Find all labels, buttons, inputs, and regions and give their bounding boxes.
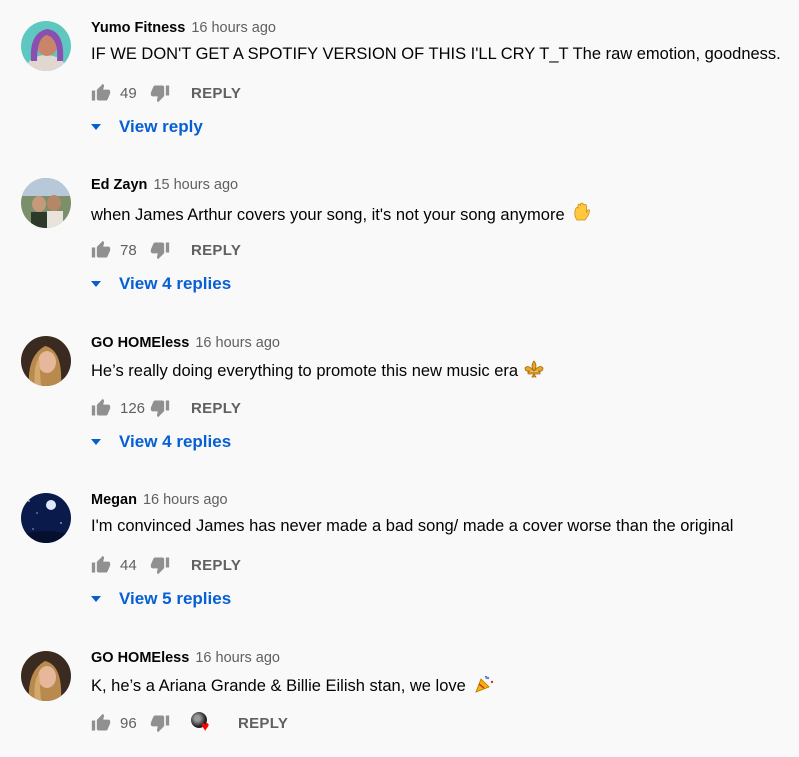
comment-header: GO HOMEless 16 hours ago [91, 650, 280, 666]
view-replies-label: View 5 replies [119, 589, 232, 608]
reply-button[interactable]: REPLY [191, 242, 241, 259]
comment-thread: Yumo Fitness 16 hours ago IF WE DON'T GE… [0, 17, 799, 157]
reply-button[interactable]: REPLY [191, 557, 241, 574]
comment-thread: GO HOMEless 16 hours ago He’s really doi… [0, 332, 799, 472]
comment-time[interactable]: 16 hours ago [195, 335, 280, 351]
thumbs-down-icon[interactable] [150, 713, 170, 733]
creator-heart-icon: ♥ [191, 712, 217, 734]
comment-text: K, he’s a Ariana Grande & Billie Eilish … [91, 677, 466, 695]
thumbs-up-icon[interactable] [91, 398, 111, 418]
comments-section: Yumo Fitness 16 hours ago IF WE DON'T GE… [0, 0, 799, 757]
comment-text: I'm convinced James has never made a bad… [91, 517, 734, 535]
comment-text: IF WE DON'T GET A SPOTIFY VERSION OF THI… [91, 45, 781, 63]
reply-button[interactable]: REPLY [191, 85, 241, 102]
thumbs-up-icon[interactable] [91, 555, 111, 575]
comment-toolbar: 78 REPLY [91, 240, 241, 260]
thumbs-up-icon[interactable] [91, 83, 111, 103]
party-popper-icon [474, 675, 494, 698]
author-name[interactable]: GO HOMEless [91, 335, 189, 351]
thumbs-up-icon[interactable] [91, 713, 111, 733]
avatar[interactable] [21, 336, 71, 386]
caret-down-icon [91, 124, 101, 130]
comment-thread: GO HOMEless 16 hours ago K, he’s a Arian… [0, 647, 799, 757]
comment-time[interactable]: 15 hours ago [153, 177, 238, 193]
like-count: 49 [120, 84, 137, 102]
fleur-de-lis-icon [524, 360, 544, 383]
comment-thread: Ed Zayn 15 hours ago when James Arthur c… [0, 174, 799, 314]
comment-toolbar: 49 REPLY [91, 83, 241, 103]
comment-header: Yumo Fitness 16 hours ago [91, 20, 276, 36]
view-replies-label: View 4 replies [119, 432, 232, 451]
raised-hand-emoji-icon [573, 202, 591, 227]
avatar[interactable] [21, 178, 71, 228]
comment-toolbar: 126 REPLY [91, 398, 241, 418]
comment-text-row: K, he’s a Ariana Grande & Billie Eilish … [91, 675, 494, 698]
thumbs-down-icon[interactable] [150, 555, 170, 575]
view-replies-button[interactable]: View 4 replies [91, 274, 231, 294]
like-count: 44 [120, 556, 137, 574]
avatar[interactable] [21, 651, 71, 701]
thumbs-down-icon[interactable] [150, 83, 170, 103]
view-replies-button[interactable]: View 5 replies [91, 589, 231, 609]
comment-time[interactable]: 16 hours ago [191, 20, 276, 36]
comment-text: when James Arthur covers your song, it's… [91, 206, 565, 224]
like-count: 126 [120, 399, 146, 417]
comment-toolbar: 44 REPLY [91, 555, 241, 575]
thumbs-up-icon[interactable] [91, 240, 111, 260]
comment-header: Megan 16 hours ago [91, 492, 228, 508]
view-replies-label: View reply [119, 117, 203, 136]
comment-toolbar: 96 ♥ REPLY [91, 712, 288, 734]
author-name[interactable]: Ed Zayn [91, 177, 147, 193]
author-name[interactable]: GO HOMEless [91, 650, 189, 666]
avatar[interactable] [21, 493, 71, 543]
author-name[interactable]: Megan [91, 492, 137, 508]
reply-button[interactable]: REPLY [191, 400, 241, 417]
comment-text-row: when James Arthur covers your song, it's… [91, 202, 591, 227]
comment-text-row: He’s really doing everything to promote … [91, 360, 544, 383]
thumbs-down-icon[interactable] [150, 240, 170, 260]
comment-text: He’s really doing everything to promote … [91, 362, 519, 380]
comment-time[interactable]: 16 hours ago [143, 492, 228, 508]
view-replies-button[interactable]: View reply [91, 117, 203, 137]
caret-down-icon [91, 596, 101, 602]
caret-down-icon [91, 281, 101, 287]
thumbs-down-icon[interactable] [150, 398, 170, 418]
view-replies-button[interactable]: View 4 replies [91, 432, 231, 452]
like-count: 78 [120, 241, 137, 259]
heart-icon: ♥ [201, 718, 210, 734]
comment-header: Ed Zayn 15 hours ago [91, 177, 238, 193]
comment-thread: Megan 16 hours ago I'm convinced James h… [0, 489, 799, 629]
reply-button[interactable]: REPLY [238, 715, 288, 732]
comment-header: GO HOMEless 16 hours ago [91, 335, 280, 351]
avatar[interactable] [21, 21, 71, 71]
comment-time[interactable]: 16 hours ago [195, 650, 280, 666]
author-name[interactable]: Yumo Fitness [91, 20, 185, 36]
like-count: 96 [120, 714, 137, 732]
caret-down-icon [91, 439, 101, 445]
view-replies-label: View 4 replies [119, 274, 232, 293]
